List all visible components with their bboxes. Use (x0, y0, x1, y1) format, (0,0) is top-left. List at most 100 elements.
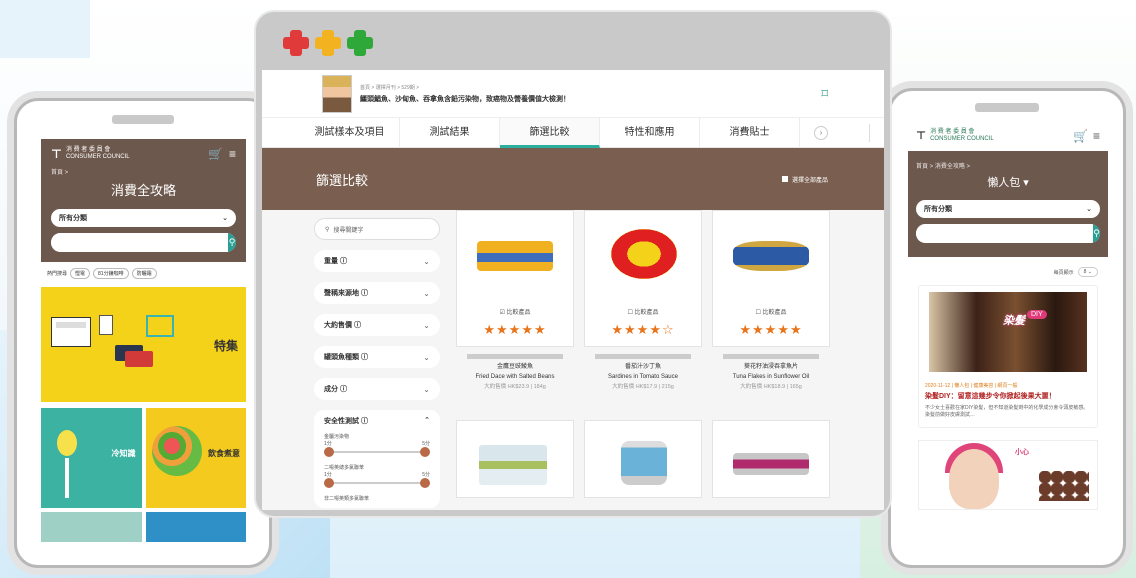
consumer-council-logo[interactable]: ⊤ 消 費 者 委 員 會 CONSUMER COUNCIL (916, 129, 994, 143)
category-select[interactable]: 所有分類 ⌄ (916, 200, 1100, 218)
search-input[interactable] (916, 224, 1093, 243)
mobile-header: 首頁 > 消費全攻略 > 懶人包 ▾ 所有分類 ⌄ ⚲ (908, 151, 1108, 257)
tab-scroll-right-icon[interactable]: › (814, 126, 828, 140)
close-window-icon[interactable] (283, 29, 309, 56)
product-card[interactable]: ☑ 比較產品 ★★★★★ (456, 210, 574, 347)
hot-tag[interactable]: 防曬霜 (131, 268, 157, 279)
facet-fish-type[interactable]: 罐頭魚種類 ⓘ ⌄ (314, 346, 440, 368)
breadcrumb[interactable]: 首頁 > (51, 167, 236, 176)
tile-cooking[interactable]: 飲食煮意 (145, 408, 246, 508)
minimize-window-icon[interactable] (315, 29, 341, 56)
product-card[interactable]: ☐ 比較產品 ★★★★☆ (584, 210, 702, 347)
cart-icon[interactable]: 🛒 (208, 147, 223, 161)
select-all-checkbox[interactable]: 選擇全部產品 (781, 175, 828, 184)
article-image-text: 染髮 (1003, 315, 1025, 327)
compare-checkbox[interactable]: ☑ 比較產品 (457, 307, 573, 316)
logo-mark-icon: ⊤ (51, 146, 62, 161)
range-handle-max[interactable] (420, 478, 430, 488)
product-image (713, 421, 829, 499)
article-title[interactable]: 染髮DIY：留意這幾步令你掀起後果大噩！ (925, 391, 1091, 401)
logo-text-en: CONSUMER COUNCIL (65, 154, 130, 160)
tab-test-samples[interactable]: 測試樣本及項目 (300, 117, 400, 148)
product-name-en[interactable]: Fried Dace with Salted Beans (456, 372, 574, 382)
product-name-en[interactable]: Tuna Flakes in Sunflower Oil (712, 372, 830, 382)
product-grid: ☑ 比較產品 ★★★★★ ☐ 比較產品 ★★★★☆ ☐ 比較產品 ★★★★★ (456, 210, 830, 347)
range-slider-pcb: 非二噁英類多氯聯苯 (324, 495, 430, 502)
logo-text-zh: 消 費 者 委 員 會 (930, 129, 975, 135)
filter-compare-header: 篩選比較 選擇全部產品 (262, 148, 884, 210)
keyword-search-input[interactable]: ⚲ 搜尋關鍵字 (314, 218, 440, 240)
page-title: 消費全攻略 (110, 183, 176, 198)
tab-features[interactable]: 特性和應用 (600, 117, 700, 148)
page-size-select[interactable]: 8 ⌄ (1077, 267, 1098, 277)
search-button[interactable]: ⚲ (1093, 224, 1100, 243)
mobile-topbar: ⊤ 消 費 者 委 員 會 CONSUMER COUNCIL 🛒 ≡ (908, 121, 1108, 151)
range-label: 非二噁英類多氯聯苯 (324, 496, 370, 502)
search-button[interactable]: ⚲ (228, 233, 236, 252)
compare-checkbox[interactable]: ☐ 比較產品 (585, 307, 701, 316)
logo-mark-icon: ⊤ (916, 129, 927, 142)
page-title[interactable]: 懶人包 ▾ (916, 174, 1100, 190)
breadcrumb[interactable]: 首頁 > 選擇月刊 > 529期 > (360, 84, 570, 91)
article-title: 鱷頭鯧魚、沙甸魚、吞拿魚含鉛污染物，致癌物及營養價值大檢測！ (360, 95, 570, 103)
product-name-zh[interactable]: 葵花籽油浸吞拿魚片 (712, 362, 830, 372)
range-min: 1分 (324, 441, 332, 447)
cart-icon[interactable]: 🛒 (1073, 129, 1088, 143)
facet-price[interactable]: 大約售價 ⓘ ⌄ (314, 314, 440, 336)
range-handle-min[interactable] (324, 447, 334, 457)
product-name-en[interactable]: Sardines in Tomato Sauce (584, 372, 702, 382)
product-price: 大約售價 HK$17.9 | 215g (612, 384, 674, 390)
lightbulb-icon (57, 430, 77, 456)
product-image (457, 421, 573, 499)
salad-bowl-illustration (151, 426, 202, 476)
tab-divider (869, 124, 870, 142)
consumer-council-logo[interactable]: ⊤ 消 費 者 委 員 會 CONSUMER COUNCIL (51, 147, 130, 161)
product-card[interactable] (712, 420, 830, 498)
hot-tag[interactable]: 81分鐘咖啡 (93, 268, 129, 279)
magazine-cover-thumbnail[interactable] (322, 74, 352, 113)
range-handle-min[interactable] (324, 478, 334, 488)
tab-test-results[interactable]: 測試結果 (400, 117, 500, 148)
tab-filter-compare[interactable]: 篩選比較 (500, 117, 600, 148)
product-name-zh[interactable]: 金鷹豆豉鯪魚 (456, 362, 574, 372)
maximize-window-icon[interactable] (347, 29, 373, 56)
search-input[interactable] (51, 233, 228, 252)
facet-origin[interactable]: 聲稱來源地 ⓘ ⌄ (314, 282, 440, 304)
product-card[interactable]: ☐ 比較產品 ★★★★★ (712, 210, 830, 347)
feature-banner[interactable]: 特集 (41, 287, 246, 402)
product-name-zh[interactable]: 番茄汁沙丁魚 (584, 362, 702, 372)
article-card[interactable]: 小心 (918, 440, 1098, 510)
tile-trivia[interactable]: 冷知識 (41, 408, 142, 508)
tile-thumbnail[interactable] (145, 512, 246, 542)
phone-speaker (112, 115, 174, 124)
product-info-row: 金鷹豆豉鯪魚 Fried Dace with Salted Beans 大約售價… (456, 350, 830, 392)
facet-weight[interactable]: 重量 ⓘ ⌄ (314, 250, 440, 272)
search-icon: ⚲ (228, 237, 236, 247)
article-image-text: 小心 (1015, 449, 1029, 456)
chevron-up-icon[interactable]: ⌃ (424, 416, 430, 426)
product-card[interactable] (584, 420, 702, 498)
tile-thumbnail[interactable] (41, 512, 142, 542)
product-card[interactable] (456, 420, 574, 498)
mobile-phone-left: ⊤ 消 費 者 委 員 會 CONSUMER COUNCIL 🛒 ≡ 首頁 > … (14, 98, 272, 568)
canned-fish-image (611, 229, 677, 279)
range-handle-max[interactable] (420, 447, 430, 457)
diy-badge: DIY (1027, 310, 1047, 319)
pen-illustration (65, 458, 69, 498)
compare-checkbox[interactable]: ☐ 比較產品 (713, 307, 829, 316)
article-card[interactable]: 染髮 DIY 2020-11-12 | 懶人包 | 健康美容 | 網頁一般 染髮… (918, 285, 1098, 428)
star-rating: ★★★★★ (483, 322, 547, 337)
article-image: 染髮 DIY (929, 292, 1087, 372)
menu-icon[interactable]: ≡ (1093, 129, 1100, 143)
search-bar: ⚲ (916, 224, 1100, 243)
category-select[interactable]: 所有分類 ⌄ (51, 209, 236, 227)
hot-tag[interactable]: 慳電 (70, 268, 91, 279)
facet-ingredients[interactable]: 成分 ⓘ ⌄ (314, 378, 440, 400)
logo-text-en: CONSUMER COUNCIL (930, 136, 994, 142)
breadcrumb[interactable]: 首頁 > 消費全攻略 > (916, 161, 1100, 170)
bookmark-icon[interactable]: ⌑ (821, 86, 828, 102)
menu-icon[interactable]: ≡ (229, 147, 236, 161)
tile-label: 飲食煮意 (208, 449, 240, 458)
tab-tips[interactable]: 消費貼士 (700, 117, 800, 148)
select-all-label: 選擇全部產品 (791, 177, 828, 184)
